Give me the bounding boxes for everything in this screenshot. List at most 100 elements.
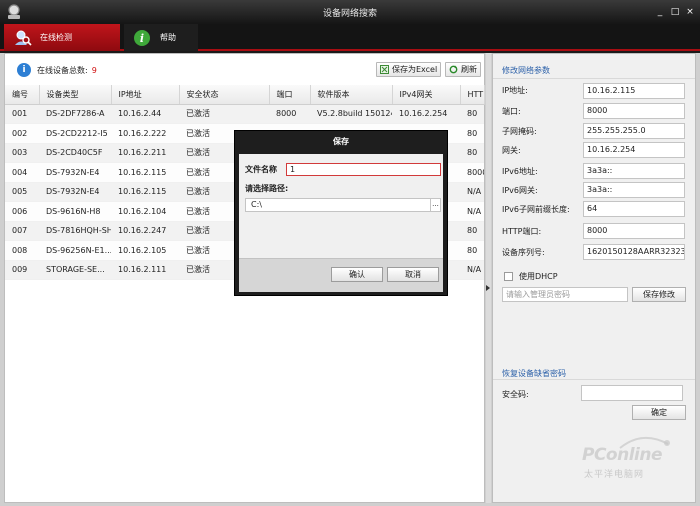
table-cell: 80 [460,221,484,241]
save-dialog: 保存 文件名称 1 请选择路径: C:\ ... 确认 取消 [234,130,448,296]
table-cell: 009 [5,260,39,280]
column-header[interactable]: 软件版本 [310,85,393,105]
panel-splitter[interactable] [486,53,491,503]
table-cell: 10.16.2.105 [111,240,179,261]
confirm-button[interactable]: 确定 [632,405,686,420]
info-icon: i [17,63,31,77]
admin-password-input[interactable]: 请输入管理员密码 [502,287,628,302]
online-count-value: 9 [91,65,97,75]
table-cell: DS-2CD40C5F [39,143,111,163]
title-bar: 设备网络搜索 _ □ × [0,0,700,24]
modify-network-title: 修改网络参数 [502,66,550,75]
dhcp-checkbox[interactable]: 使用DHCP [504,271,558,282]
ok-button[interactable]: 确认 [331,267,383,282]
table-cell: DS-7932N-E4 [39,162,111,183]
collapse-arrow-icon[interactable] [486,285,490,291]
tab-online-detection[interactable]: 在线检测 [4,24,120,51]
table-cell: 10.16.2.115 [111,182,179,202]
table-cell: 007 [5,221,39,241]
field-label: 子网掩码: [502,127,537,136]
http-port-field[interactable]: 8000 [583,223,685,239]
table-header-row: 编号 设备类型 IP地址 安全状态 端口 软件版本 IPv4网关 HTT [5,85,485,105]
browse-button[interactable]: ... [430,199,440,211]
info-icon: i [134,29,150,46]
restore-password-title: 恢复设备缺省密码 [502,369,566,378]
table-cell: 10.16.2.111 [111,260,179,280]
column-header[interactable]: IP地址 [111,85,180,105]
table-cell: N/A [460,260,484,280]
refresh-button[interactable]: 刷新 [445,62,481,77]
table-cell: 80 [460,104,484,124]
cancel-button[interactable]: 取消 [387,267,439,282]
table-cell: 10.16.2.247 [111,221,179,241]
export-excel-button[interactable]: 保存为Excel [376,62,442,77]
close-button[interactable]: × [685,7,695,17]
table-cell: 001 [5,104,39,124]
table-cell: 008 [5,240,39,261]
table-cell: DS-2CD2212-I5 [39,123,111,144]
dhcp-label: 使用DHCP [519,272,558,281]
table-cell: 005 [5,182,39,202]
column-header[interactable]: 端口 [269,85,311,105]
table-cell: 10.16.2.115 [111,162,179,183]
field-label: 端口: [502,107,521,116]
divider [493,379,695,380]
column-header[interactable]: IPv4网关 [392,85,461,105]
filename-label: 文件名称 [245,165,277,174]
path-value: C:\ [251,200,262,209]
table-row[interactable]: 001 DS-2DF7286-A 10.16.2.44 已激活 8000 V5.2.8bu… [5,104,484,124]
table-cell: 已激活 [179,104,269,124]
refresh-icon [449,65,458,74]
column-header[interactable]: 设备类型 [39,85,112,105]
table-cell: N/A [460,201,484,222]
table-cell: DS-9616N-H8 [39,201,111,222]
table-cell: 10.16.2.222 [111,123,179,144]
field-label: 设备序列号: [502,248,545,257]
security-code-input[interactable] [581,385,683,401]
table-cell: 80 [460,123,484,144]
dialog-body: 文件名称 1 请选择路径: C:\ ... 确认 取消 [239,154,443,292]
list-toolbar: i 在线设备总数: 9 保存为Excel 刷新 [5,54,484,84]
gateway-field[interactable]: 10.16.2.254 [583,142,685,158]
ipv6-address-field[interactable]: 3a3a:: [583,163,685,179]
table-cell: 10.16.2.254 [392,104,460,124]
tab-help[interactable]: i 帮助 [124,24,198,51]
window-title: 设备网络搜索 [322,9,377,19]
table-cell: 10.16.2.211 [111,143,179,163]
ipv6-gateway-field[interactable]: 3a3a:: [583,182,685,198]
path-label: 请选择路径: [245,184,289,193]
search-person-icon [15,30,32,46]
table-cell: 10.16.2.104 [111,201,179,222]
dialog-title: 保存 [333,137,349,146]
ip-address-field[interactable]: 10.16.2.115 [583,83,685,99]
field-label: IPv6网关: [502,186,538,195]
excel-icon [380,65,389,74]
table-cell: DS-2DF7286-A [39,104,111,124]
column-header[interactable]: 安全状态 [179,85,270,105]
subnet-mask-field[interactable]: 255.255.255.0 [583,123,685,139]
dialog-footer: 确认 取消 [239,258,443,292]
save-changes-button[interactable]: 保存修改 [632,287,686,302]
field-label: IPv6地址: [502,167,538,176]
minimize-button[interactable]: _ [655,7,665,17]
port-field[interactable]: 8000 [583,103,685,119]
path-input[interactable]: C:\ ... [245,198,441,212]
table-cell: 8000 [269,104,310,124]
online-count: i 在线设备总数: 9 [17,63,97,77]
ipv6-prefix-length-field[interactable]: 64 [583,201,685,217]
maximize-button[interactable]: □ [670,7,680,17]
filename-input[interactable]: 1 [286,163,441,176]
watermark-text: PConline [582,445,663,465]
table-cell: 80 [460,240,484,261]
field-label: IPv6子网前缀长度: [502,205,570,214]
watermark-subtext: 太平洋电脑网 [584,470,645,480]
serial-number-field[interactable]: 1620150128AARR323232 [583,244,685,260]
column-header[interactable]: HTT [460,85,485,105]
checkbox-box[interactable] [504,272,513,281]
table-cell: 80 [460,143,484,163]
field-label: IP地址: [502,86,528,95]
column-header[interactable]: 编号 [5,85,40,105]
tab-bar: 在线检测 i 帮助 [0,24,700,51]
table-cell: N/A [460,182,484,202]
field-label: 网关: [502,146,521,155]
